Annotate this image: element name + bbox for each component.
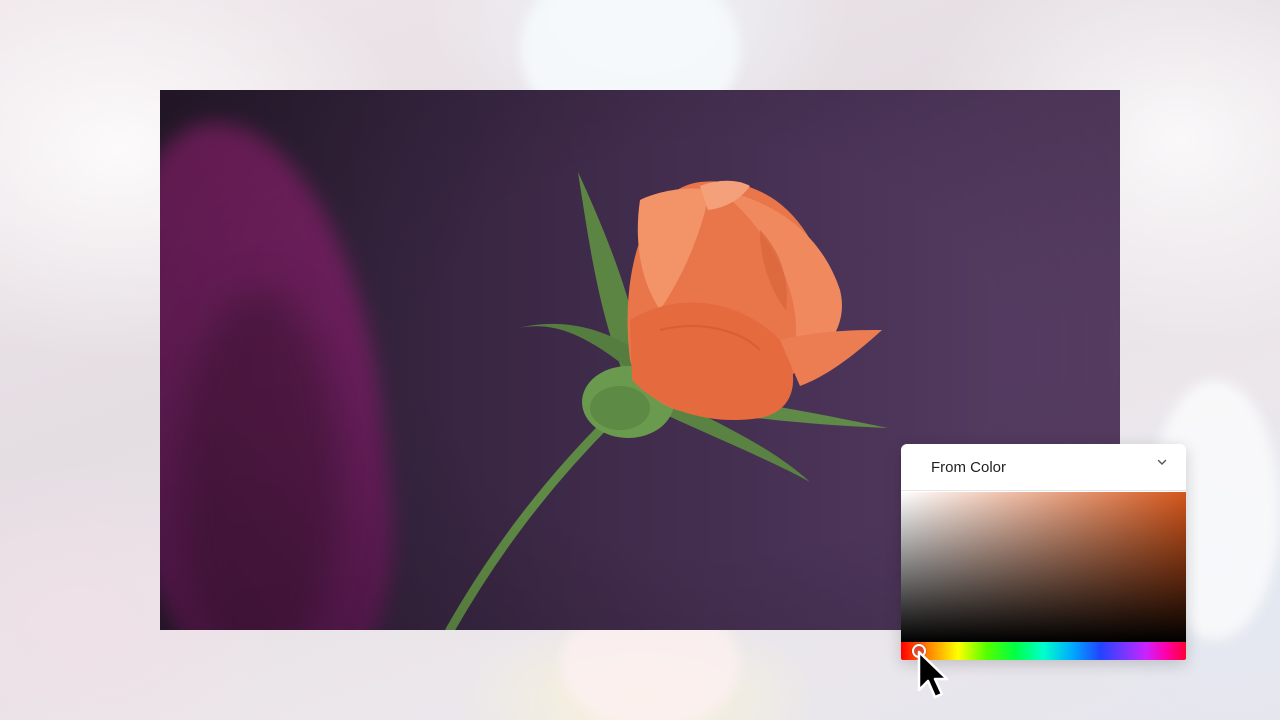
color-picker-panel: From Color	[901, 444, 1186, 660]
saturation-value-field[interactable]	[901, 492, 1186, 642]
hue-slider[interactable]	[901, 642, 1186, 660]
dropdown-label: From Color	[931, 458, 1007, 476]
chevron-down-icon[interactable]	[1156, 456, 1168, 468]
video-frame: From Color	[0, 0, 1280, 720]
hue-slider-handle[interactable]	[912, 644, 926, 658]
color-source-dropdown[interactable]: From Color	[901, 444, 1186, 491]
